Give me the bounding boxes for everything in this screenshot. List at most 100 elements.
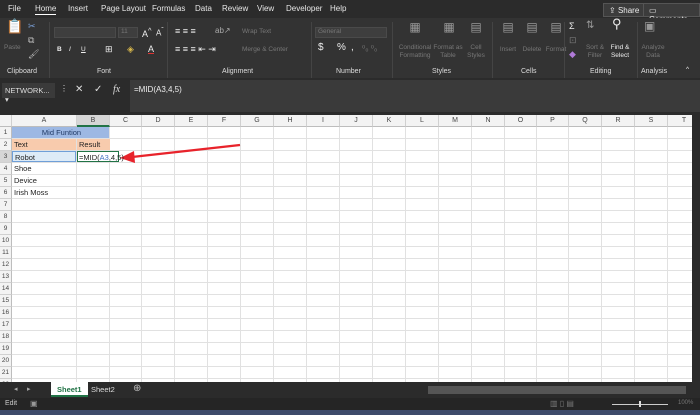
font-size-select[interactable]: 11 bbox=[118, 27, 138, 38]
menu-file[interactable]: File bbox=[8, 4, 21, 13]
italic-button[interactable]: I bbox=[69, 46, 71, 54]
column-header-G[interactable]: G bbox=[241, 115, 274, 127]
vertical-scrollbar[interactable] bbox=[692, 115, 700, 382]
clear-icon[interactable]: ◆ bbox=[569, 50, 576, 59]
cell-a1-merged-title[interactable]: Mid Funtion bbox=[12, 127, 109, 138]
row-header-14[interactable]: 14 bbox=[0, 283, 12, 295]
row-header-4[interactable]: 4 bbox=[0, 163, 12, 175]
column-header-H[interactable]: H bbox=[274, 115, 307, 127]
row-header-20[interactable]: 20 bbox=[0, 355, 12, 367]
enter-icon[interactable]: ✓ bbox=[94, 84, 102, 95]
menu-insert[interactable]: Insert bbox=[68, 4, 88, 13]
decimal-icon[interactable]: ⁰₀ ⁰₀ bbox=[362, 45, 377, 53]
column-header-K[interactable]: K bbox=[373, 115, 406, 127]
cell-a4[interactable]: Shoe bbox=[12, 163, 76, 174]
row-header-3[interactable]: 3 bbox=[0, 151, 12, 163]
cell-a6[interactable]: Irish Moss bbox=[12, 187, 76, 198]
borders-icon[interactable]: ⊞ bbox=[105, 45, 113, 54]
sheet-tab-sheet1[interactable]: Sheet1 bbox=[51, 382, 88, 397]
scroll-left-icon[interactable]: ◂ bbox=[14, 385, 18, 393]
font-color-icon[interactable]: A bbox=[148, 45, 154, 54]
column-header-T[interactable]: T bbox=[668, 115, 692, 127]
cell-b3-editing[interactable]: =MID(A3,4,5) bbox=[77, 151, 124, 162]
column-header-R[interactable]: R bbox=[602, 115, 635, 127]
formula-input[interactable]: =MID(A3,4,5) bbox=[130, 80, 700, 112]
menu-review[interactable]: Review bbox=[222, 4, 248, 13]
column-header-A[interactable]: A bbox=[12, 115, 77, 127]
row-header-17[interactable]: 17 bbox=[0, 319, 12, 331]
menu-developer[interactable]: Developer bbox=[286, 4, 322, 13]
decrease-font-icon[interactable]: Aˇ bbox=[156, 27, 164, 38]
conditional-formatting-button[interactable]: Conditional Formatting bbox=[396, 44, 434, 60]
currency-button[interactable]: $ bbox=[318, 43, 324, 53]
number-format-select[interactable]: General bbox=[315, 27, 387, 38]
cell-styles-button[interactable]: Cell Styles bbox=[464, 44, 488, 60]
add-sheet-icon[interactable]: ⊕ bbox=[133, 383, 141, 394]
row-header-6[interactable]: 6 bbox=[0, 187, 12, 199]
menu-page-layout[interactable]: Page Layout bbox=[101, 4, 146, 13]
menu-formulas[interactable]: Formulas bbox=[152, 4, 185, 13]
column-header-I[interactable]: I bbox=[307, 115, 340, 127]
cell-a3[interactable]: Robot bbox=[12, 151, 76, 162]
share-button[interactable]: ⇪ Share bbox=[603, 3, 646, 17]
column-header-B[interactable]: B bbox=[77, 115, 110, 127]
cancel-icon[interactable]: ✕ bbox=[75, 84, 83, 95]
row-header-15[interactable]: 15 bbox=[0, 295, 12, 307]
column-header-P[interactable]: P bbox=[537, 115, 569, 127]
percent-button[interactable]: % bbox=[337, 43, 346, 53]
column-header-O[interactable]: O bbox=[505, 115, 537, 127]
analyze-data-button[interactable]: Analyze Data bbox=[640, 44, 666, 60]
column-header-M[interactable]: M bbox=[439, 115, 472, 127]
column-header-F[interactable]: F bbox=[208, 115, 241, 127]
cell-a2[interactable]: Text bbox=[12, 139, 76, 150]
comma-button[interactable]: , bbox=[351, 43, 354, 53]
row-header-1[interactable]: 1 bbox=[0, 127, 12, 139]
row-header-10[interactable]: 10 bbox=[0, 235, 12, 247]
column-header-E[interactable]: E bbox=[175, 115, 208, 127]
copy-icon[interactable]: ⧉ bbox=[28, 36, 34, 45]
menu-home[interactable]: Home bbox=[35, 4, 57, 15]
column-header-L[interactable]: L bbox=[406, 115, 439, 127]
row-header-19[interactable]: 19 bbox=[0, 343, 12, 355]
sort-filter-button[interactable]: Sort & Filter bbox=[584, 44, 606, 60]
delete-button[interactable]: Delete bbox=[520, 46, 544, 54]
column-header-D[interactable]: D bbox=[142, 115, 175, 127]
comments-button[interactable]: ▭ Comments bbox=[643, 3, 700, 24]
macro-record-icon[interactable]: ▣ bbox=[30, 399, 38, 408]
insert-function-icon[interactable]: fx bbox=[113, 84, 120, 95]
increase-font-icon[interactable]: A^ bbox=[142, 27, 152, 39]
column-header-N[interactable]: N bbox=[472, 115, 505, 127]
row-header-13[interactable]: 13 bbox=[0, 271, 12, 283]
wrap-text-button[interactable]: Wrap Text bbox=[242, 28, 271, 36]
cell-b2[interactable]: Result bbox=[77, 139, 110, 150]
bold-button[interactable]: B bbox=[57, 46, 62, 54]
row-header-16[interactable]: 16 bbox=[0, 307, 12, 319]
font-name-select[interactable] bbox=[54, 27, 116, 38]
name-box[interactable]: NETWORK... ▾ bbox=[2, 83, 55, 104]
menu-data[interactable]: Data bbox=[195, 4, 212, 13]
format-painter-icon[interactable]: 🖌 bbox=[28, 50, 39, 59]
fill-color-icon[interactable]: ◈ bbox=[127, 45, 134, 54]
column-header-Q[interactable]: Q bbox=[569, 115, 602, 127]
menu-help[interactable]: Help bbox=[330, 4, 346, 13]
insert-button[interactable]: Insert bbox=[497, 46, 519, 54]
merge-center-button[interactable]: Merge & Center bbox=[242, 46, 288, 54]
paste-button[interactable]: Paste bbox=[4, 44, 21, 52]
view-normal-icon[interactable]: ▥ ▯ ▤ bbox=[550, 399, 574, 408]
row-header-9[interactable]: 9 bbox=[0, 223, 12, 235]
row-header-5[interactable]: 5 bbox=[0, 175, 12, 187]
column-header-J[interactable]: J bbox=[340, 115, 373, 127]
align-left-icon[interactable]: ≡ ≡ ≡ ⇤ ⇥ bbox=[175, 45, 216, 54]
row-header-18[interactable]: 18 bbox=[0, 331, 12, 343]
zoom-slider-thumb[interactable] bbox=[639, 401, 641, 407]
scroll-right-icon[interactable]: ▸ bbox=[27, 385, 31, 393]
row-header-8[interactable]: 8 bbox=[0, 211, 12, 223]
row-header-21[interactable]: 21 bbox=[0, 367, 12, 379]
align-top-icon[interactable]: ≡ ≡ ≡ bbox=[175, 27, 196, 36]
column-header-C[interactable]: C bbox=[110, 115, 142, 127]
select-all-corner[interactable] bbox=[0, 115, 12, 127]
cell-a5[interactable]: Device bbox=[12, 175, 76, 186]
horizontal-scrollbar[interactable] bbox=[428, 386, 686, 394]
row-header-12[interactable]: 12 bbox=[0, 259, 12, 271]
fill-icon[interactable]: ⊡ bbox=[569, 36, 577, 45]
